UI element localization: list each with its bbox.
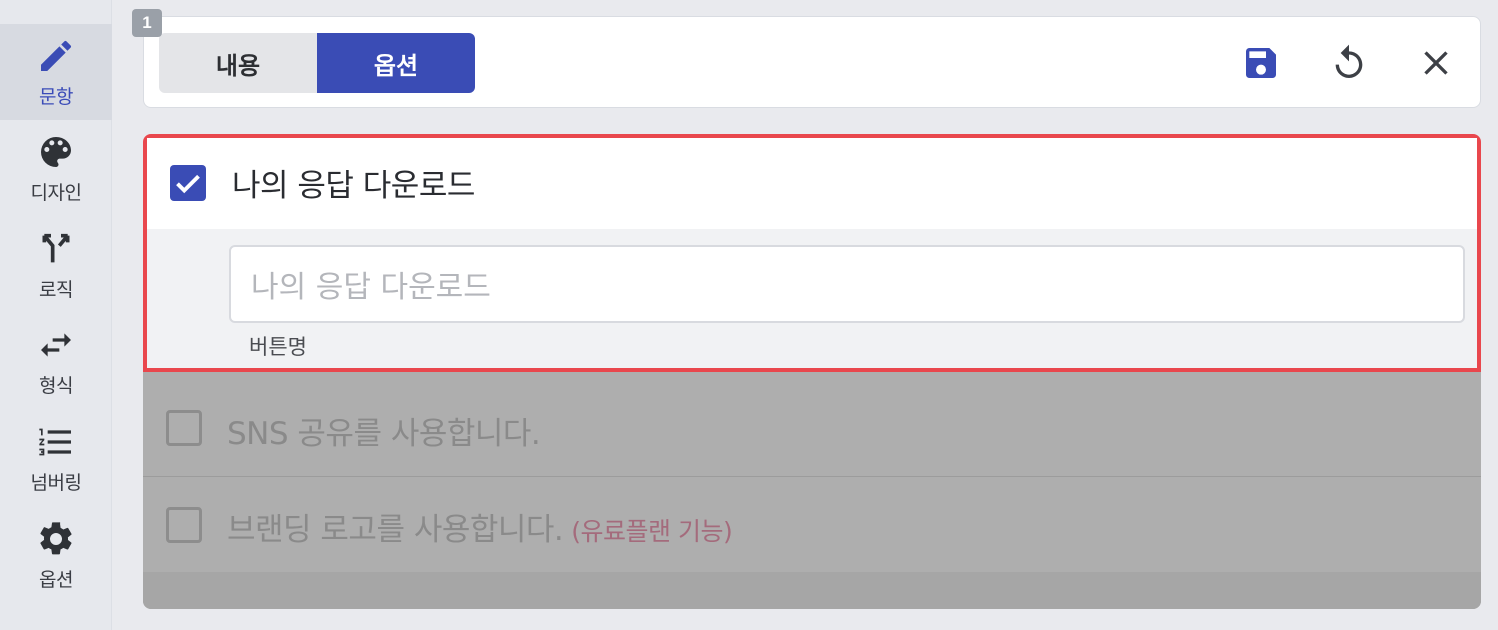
row-divider bbox=[143, 476, 1481, 477]
branding-label: 브랜딩 로고를 사용합니다. bbox=[227, 512, 564, 548]
sidebar-item-format[interactable]: 형식 bbox=[0, 313, 112, 409]
download-option-row: 나의 응답 다운로드 bbox=[147, 138, 1477, 229]
logic-branch-icon bbox=[42, 233, 70, 262]
sidebar-item-question[interactable]: 문항 bbox=[0, 24, 112, 120]
check-icon bbox=[176, 174, 200, 194]
button-name-helper: 버튼명 bbox=[249, 335, 307, 359]
close-button[interactable] bbox=[1416, 43, 1456, 83]
download-checkbox[interactable] bbox=[170, 165, 206, 201]
swap-arrows-icon bbox=[41, 332, 71, 357]
sidebar-item-label: 형식 bbox=[39, 374, 73, 397]
sns-share-checkbox[interactable] bbox=[166, 410, 202, 446]
close-icon bbox=[1424, 51, 1448, 75]
branding-option-row-text: 브랜딩 로고를 사용합니다. (유료플랜 기능) bbox=[227, 504, 733, 549]
paid-plan-note: (유료플랜 기능) bbox=[571, 517, 733, 546]
palette-icon bbox=[41, 136, 71, 167]
download-option-label: 나의 응답 다운로드 bbox=[232, 168, 475, 204]
sidebar-item-label: 디자인 bbox=[30, 181, 82, 204]
sidebar: 문항 디자인 로직 형식 넘버링 옵션 bbox=[0, 0, 112, 630]
save-icon bbox=[1246, 48, 1276, 78]
tab-options[interactable]: 옵션 bbox=[317, 33, 475, 93]
branding-checkbox[interactable] bbox=[166, 507, 202, 543]
numbered-list-icon bbox=[39, 428, 71, 455]
pencil-icon bbox=[41, 40, 72, 71]
sns-share-label: SNS 공유를 사용합니다. bbox=[227, 416, 541, 452]
sidebar-item-design[interactable]: 디자인 bbox=[0, 120, 112, 216]
sidebar-item-options[interactable]: 옵션 bbox=[0, 507, 112, 603]
panel-footer bbox=[143, 572, 1481, 609]
reset-button[interactable] bbox=[1329, 43, 1369, 83]
undo-icon bbox=[1335, 44, 1363, 78]
sidebar-item-logic[interactable]: 로직 bbox=[0, 217, 112, 313]
tab-content[interactable]: 내용 bbox=[159, 33, 317, 93]
download-option-highlight: 나의 응답 다운로드 나의 응답 다운로드 버튼명 bbox=[143, 134, 1481, 372]
options-panel: 나의 응답 다운로드 나의 응답 다운로드 버튼명 SNS 공유를 사용합니다.… bbox=[143, 134, 1481, 609]
button-name-input[interactable]: 나의 응답 다운로드 bbox=[229, 245, 1465, 323]
sidebar-item-label: 로직 bbox=[39, 278, 73, 301]
save-button[interactable] bbox=[1241, 43, 1281, 83]
sidebar-item-label: 문항 bbox=[39, 85, 73, 108]
sidebar-item-numbering[interactable]: 넘버링 bbox=[0, 410, 112, 506]
sidebar-item-label: 옵션 bbox=[39, 568, 73, 591]
gear-icon bbox=[40, 521, 72, 554]
question-header-card: 내용 옵션 bbox=[143, 16, 1481, 108]
sidebar-item-label: 넘버링 bbox=[30, 471, 82, 494]
question-number-badge: 1 bbox=[132, 9, 162, 37]
